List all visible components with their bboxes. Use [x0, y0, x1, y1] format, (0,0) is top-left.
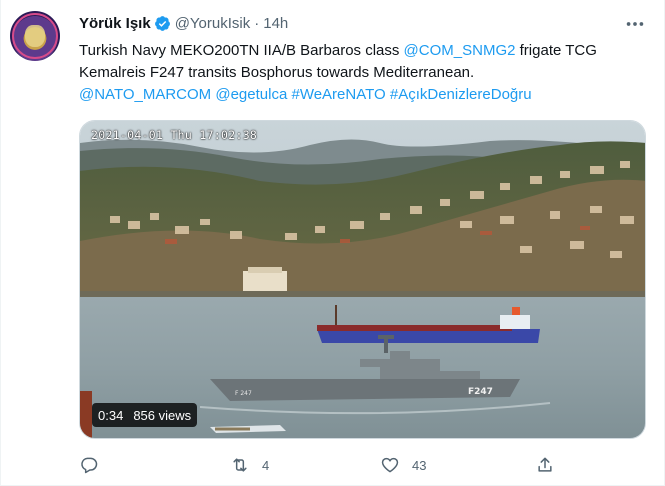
tweet-text-line-2: Kemalreis F247 transits Bosphorus toward… [79, 64, 475, 81]
video-frame: F 247 F247 [80, 121, 645, 438]
tweet-card[interactable]: Yörük Işık @YorukIsik · 14h Turkish Navy… [0, 0, 665, 486]
hull-number-bow: F 247 [235, 390, 252, 397]
video-player[interactable]: F 247 F247 2021-04-01 Thu 17:02:38 0:34 … [79, 120, 646, 439]
user-handle[interactable]: @YorukIsik [175, 15, 251, 32]
hull-number: F247 [468, 387, 493, 397]
retweet-button[interactable]: 4 [230, 452, 269, 478]
avatar[interactable] [10, 11, 60, 61]
video-stats-badge: 0:34 856 views [92, 403, 198, 427]
like-count: 43 [412, 457, 427, 473]
like-button[interactable]: 43 [380, 452, 426, 478]
tweet-timestamp[interactable]: 14h [263, 15, 288, 32]
more-icon[interactable] [624, 13, 646, 35]
tweet-text: Turkish Navy MEKO200TN IIA/B Barbaros cl… [79, 40, 639, 106]
video-timestamp: 2021-04-01 Thu 17:02:38 [91, 128, 258, 142]
like-icon [381, 457, 399, 473]
display-name[interactable]: Yörük Işık [79, 15, 151, 32]
reply-icon [81, 457, 98, 474]
retweet-icon [233, 458, 247, 472]
verified-badge-icon [154, 15, 170, 31]
video-duration: 0:34 [98, 407, 124, 423]
tweet-header: Yörük Işık @YorukIsik · 14h [79, 12, 288, 34]
tweet-actions: 4 43 [1, 452, 665, 478]
retweet-count: 4 [262, 457, 270, 473]
mention-link[interactable]: @NATO_MARCOM [79, 86, 211, 103]
hashtag-link[interactable]: #AçıkDenizlereDoğru [390, 86, 532, 103]
share-button[interactable] [535, 452, 555, 478]
reply-button[interactable] [79, 452, 111, 478]
video-views: 856 views [133, 407, 192, 423]
tweet-text-line-3: @NATO_MARCOM @egetulca #WeAreNATO #AçıkD… [79, 84, 639, 106]
mention-link[interactable]: @COM_SNMG2 [404, 42, 516, 59]
share-icon [538, 457, 552, 472]
hashtag-link[interactable]: #WeAreNATO [291, 86, 385, 103]
tweet-text-line-1: Turkish Navy MEKO200TN IIA/B Barbaros cl… [79, 42, 597, 59]
header-separator: · [254, 14, 260, 32]
mention-link[interactable]: @egetulca [215, 86, 287, 103]
